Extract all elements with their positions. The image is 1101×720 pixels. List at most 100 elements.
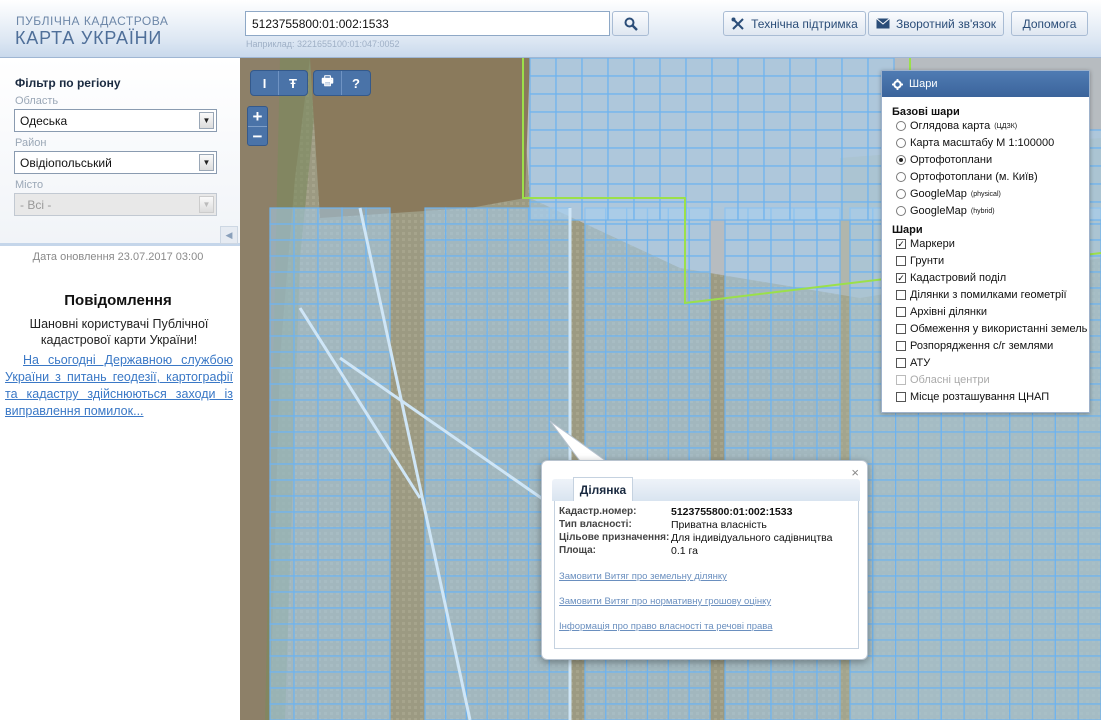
parcel-shape[interactable] (747, 271, 772, 289)
parcel-shape[interactable] (365, 399, 391, 417)
parcel-shape[interactable] (529, 165, 557, 185)
parcel-shape[interactable] (1031, 447, 1056, 465)
parcel-shape[interactable] (317, 223, 343, 241)
parcel-shape[interactable] (1077, 511, 1101, 529)
parcel-shape[interactable] (293, 271, 319, 289)
parcel-shape[interactable] (986, 479, 1011, 497)
parcel-shape[interactable] (1077, 623, 1101, 641)
parcel-shape[interactable] (507, 271, 530, 289)
parcel-shape[interactable] (646, 687, 669, 705)
parcel-shape[interactable] (584, 303, 607, 321)
parcel-shape[interactable] (555, 129, 583, 149)
parcel-shape[interactable] (465, 463, 488, 481)
parcel-shape[interactable] (963, 495, 988, 513)
parcel-shape[interactable] (963, 575, 988, 593)
parcel-shape[interactable] (770, 303, 795, 321)
parcel-shape[interactable] (341, 415, 367, 433)
parcel-shape[interactable] (527, 255, 550, 273)
parcel-shape[interactable] (685, 183, 713, 203)
parcel-shape[interactable] (293, 335, 319, 353)
parcel-shape[interactable] (581, 165, 609, 185)
parcel-shape[interactable] (816, 399, 841, 417)
parcel-shape[interactable] (605, 703, 628, 720)
parcel-shape[interactable] (507, 415, 530, 433)
parcel-shape[interactable] (293, 495, 319, 513)
parcel-shape[interactable] (341, 351, 367, 369)
parcel-shape[interactable] (872, 559, 897, 577)
parcel-shape[interactable] (815, 165, 843, 185)
parcel-shape[interactable] (1077, 559, 1101, 577)
parcel-shape[interactable] (737, 129, 765, 149)
parcel-shape[interactable] (1077, 447, 1101, 465)
parcel-shape[interactable] (917, 623, 942, 641)
parcel-shape[interactable] (424, 639, 447, 657)
parcel-shape[interactable] (626, 271, 649, 289)
parcel-shape[interactable] (527, 687, 550, 705)
parcel-shape[interactable] (986, 495, 1011, 513)
parcel-shape[interactable] (445, 463, 468, 481)
parcel-shape[interactable] (747, 383, 772, 401)
parcel-shape[interactable] (963, 511, 988, 529)
parcel-shape[interactable] (486, 351, 509, 369)
parcel-shape[interactable] (940, 447, 965, 465)
parcel-shape[interactable] (685, 165, 713, 185)
parcel-shape[interactable] (607, 111, 635, 131)
parcel-shape[interactable] (646, 431, 669, 449)
checkbox[interactable]: ✓ (896, 273, 906, 283)
parcel-shape[interactable] (688, 399, 711, 417)
parcel-shape[interactable] (940, 479, 965, 497)
parcel-shape[interactable] (724, 271, 749, 289)
parcel-shape[interactable] (465, 271, 488, 289)
parcel-shape[interactable] (986, 447, 1011, 465)
parcel-shape[interactable] (1009, 639, 1034, 657)
parcel-shape[interactable] (841, 111, 869, 131)
parcel-shape[interactable] (1054, 463, 1079, 481)
parcel-shape[interactable] (293, 463, 319, 481)
parcel-shape[interactable] (1031, 591, 1056, 609)
parcel-shape[interactable] (688, 319, 711, 337)
parcel-shape[interactable] (770, 335, 795, 353)
parcel-shape[interactable] (486, 639, 509, 657)
order-valuation-link[interactable]: Замовити Витяг про нормативну грошову оц… (559, 596, 771, 607)
parcel-shape[interactable] (711, 201, 739, 221)
parcel-shape[interactable] (711, 165, 739, 185)
parcel-shape[interactable] (816, 287, 841, 305)
parcel-shape[interactable] (646, 271, 669, 289)
parcel-shape[interactable] (667, 399, 690, 417)
parcel-shape[interactable] (445, 575, 468, 593)
map-view[interactable]: I Ŧ 🖶 ? + − Шари Базові шари Оглядова ка… (240, 58, 1101, 720)
search-input[interactable] (245, 11, 610, 36)
parcel-shape[interactable] (607, 58, 635, 77)
parcel-shape[interactable] (424, 447, 447, 465)
parcel-shape[interactable] (688, 687, 711, 705)
parcel-shape[interactable] (341, 607, 367, 625)
parcel-shape[interactable] (849, 703, 874, 720)
parcel-shape[interactable] (445, 543, 468, 561)
parcel-shape[interactable] (917, 527, 942, 545)
parcel-shape[interactable] (849, 671, 874, 689)
parcel-shape[interactable] (341, 575, 367, 593)
parcel-shape[interactable] (465, 495, 488, 513)
parcel-shape[interactable] (737, 147, 765, 167)
parcel-shape[interactable] (293, 575, 319, 593)
parcel-shape[interactable] (816, 415, 841, 433)
parcel-shape[interactable] (548, 367, 571, 385)
parcel-shape[interactable] (317, 447, 343, 465)
parcel-shape[interactable] (688, 367, 711, 385)
parcel-shape[interactable] (293, 479, 319, 497)
tab-parcel[interactable]: Ділянка (573, 477, 633, 501)
parcel-shape[interactable] (548, 255, 571, 273)
parcel-shape[interactable] (424, 495, 447, 513)
parcel-shape[interactable] (963, 559, 988, 577)
parcel-shape[interactable] (986, 575, 1011, 593)
parcel-shape[interactable] (445, 239, 468, 257)
parcel-shape[interactable] (724, 303, 749, 321)
parcel-shape[interactable] (1009, 607, 1034, 625)
parcel-shape[interactable] (1054, 703, 1079, 720)
parcel-shape[interactable] (688, 223, 711, 241)
parcel-shape[interactable] (1054, 431, 1079, 449)
parcel-shape[interactable] (986, 415, 1011, 433)
parcel-shape[interactable] (770, 415, 795, 433)
parcel-shape[interactable] (507, 575, 530, 593)
parcel-shape[interactable] (605, 319, 628, 337)
